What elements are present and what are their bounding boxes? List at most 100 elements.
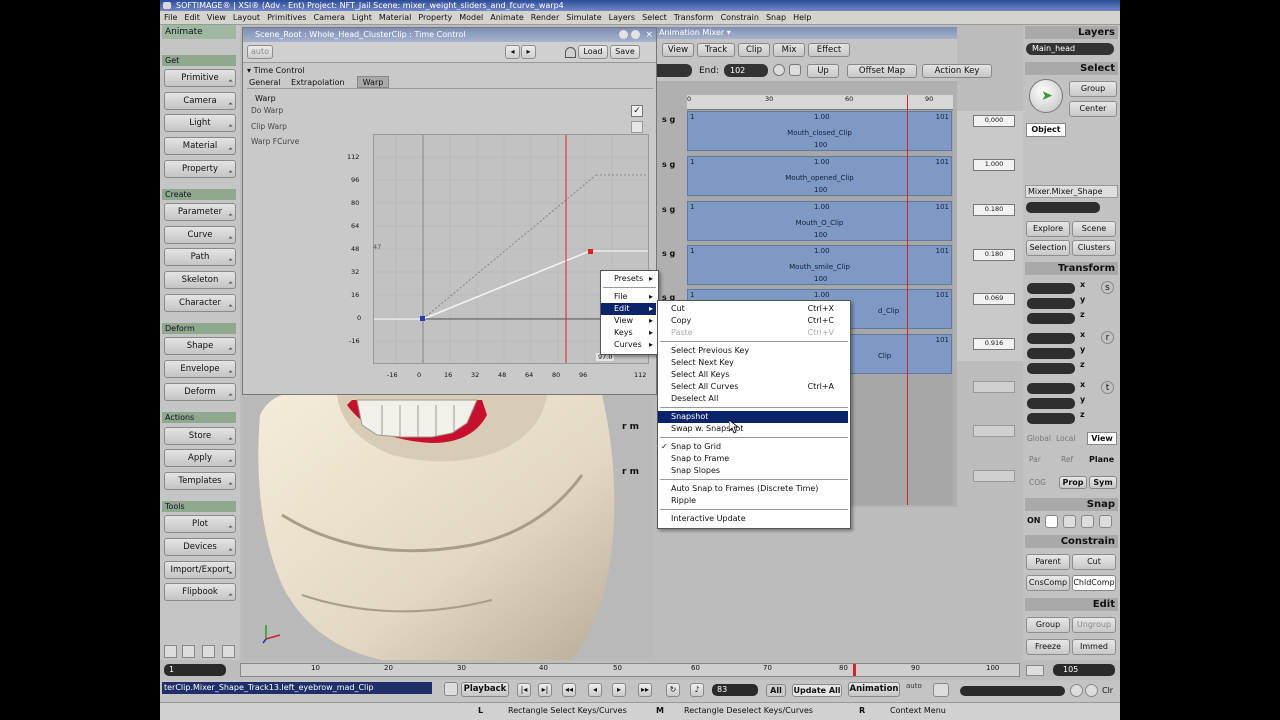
menu-view[interactable]: View: [203, 11, 229, 24]
selection-slider[interactable]: [1026, 202, 1100, 213]
object-select-button[interactable]: Object: [1026, 123, 1066, 137]
weight-field[interactable]: 0.069: [973, 293, 1015, 305]
rotate-y-field[interactable]: [1027, 348, 1075, 359]
do-warp-checkbox[interactable]: ✓: [631, 105, 643, 117]
devices-button[interactable]: Devices: [164, 538, 236, 556]
snap-grid-icon[interactable]: [1081, 515, 1094, 528]
menu-camera[interactable]: Camera: [309, 11, 347, 24]
translate-mode-button[interactable]: t: [1101, 381, 1114, 394]
timeline-end-field[interactable]: 105: [1053, 664, 1115, 676]
menu-layers[interactable]: Layers: [605, 11, 638, 24]
weight-field-empty[interactable]: [973, 470, 1015, 482]
property-button[interactable]: Property: [164, 160, 236, 178]
rotate-x-field[interactable]: [1027, 333, 1075, 344]
cog-button[interactable]: COG: [1029, 478, 1046, 487]
ungroup-button[interactable]: Ungroup: [1072, 617, 1116, 633]
select-all-keys-item[interactable]: Select All Keys: [658, 369, 848, 381]
axis-y-label[interactable]: y: [1080, 345, 1085, 354]
translate-z-field[interactable]: [1027, 413, 1075, 424]
menu-transform[interactable]: Transform: [670, 11, 717, 24]
rewind-icon[interactable]: ◂◂: [562, 683, 576, 697]
axis-z-label[interactable]: z: [1080, 360, 1085, 369]
snap-to-grid-item[interactable]: ✓ Snap to Grid: [658, 441, 848, 453]
track-path-field[interactable]: terClip.Mixer_Shape_Track13.left_eyebrow…: [162, 682, 432, 694]
track-rm-toggle[interactable]: r m: [622, 467, 639, 477]
axis-z-label[interactable]: z: [1080, 410, 1085, 419]
mixer-ruler[interactable]: 0 30 60 90: [687, 95, 953, 110]
select-previous-key-item[interactable]: Select Previous Key: [658, 345, 848, 357]
timeline-playhead[interactable]: [853, 664, 856, 676]
menu-edit[interactable]: Edit: [180, 11, 203, 24]
tab-warp[interactable]: Warp: [357, 76, 389, 88]
auto-toggle[interactable]: auto: [247, 45, 273, 59]
3d-viewport[interactable]: [242, 395, 655, 660]
menu-primitives[interactable]: Primitives: [263, 11, 309, 24]
templates-button[interactable]: Templates: [164, 472, 236, 490]
selection-button[interactable]: Selection: [1026, 240, 1070, 256]
material-button[interactable]: Material: [164, 137, 236, 155]
remove-key-icon[interactable]: [1085, 684, 1098, 697]
group-button[interactable]: Group: [1026, 617, 1070, 633]
menu-curves[interactable]: Curves ▸: [601, 339, 656, 351]
key-up-icon[interactable]: [1070, 684, 1083, 697]
light-button[interactable]: Light: [164, 114, 236, 132]
timeline-ruler[interactable]: 10 20 30 40 50 60 70 80 90 100: [240, 663, 1020, 677]
sym-button[interactable]: Sym: [1089, 476, 1117, 489]
deform-button[interactable]: Deform: [164, 383, 236, 401]
chldcomp-button[interactable]: ChldComp: [1072, 575, 1116, 591]
group-select-button[interactable]: Group: [1069, 81, 1117, 97]
curve-button[interactable]: Curve: [164, 226, 236, 244]
select-next-key-item[interactable]: Select Next Key: [658, 357, 848, 369]
track-sg-toggle[interactable]: s g: [662, 249, 675, 258]
weight-field[interactable]: 0.000: [973, 115, 1015, 127]
mixer-clip[interactable]: 1 1.00 101 Mouth_O_Clip 100: [687, 201, 952, 241]
camera-button[interactable]: Camera: [164, 92, 236, 110]
par-ref-button[interactable]: Par: [1029, 455, 1041, 464]
action-key-button[interactable]: Action Key: [922, 64, 992, 78]
current-frame-line[interactable]: [907, 95, 908, 505]
menu-light[interactable]: Light: [348, 11, 375, 24]
select-tool-button[interactable]: ➤: [1029, 79, 1063, 113]
menu-presets[interactable]: Presets ▸: [601, 273, 656, 285]
prev-arrow-icon[interactable]: ◂: [505, 45, 520, 59]
save-button[interactable]: Save: [610, 45, 640, 59]
loop-icon[interactable]: ↻: [666, 683, 680, 697]
shape-button[interactable]: Shape: [164, 337, 236, 355]
brush-icon[interactable]: [202, 645, 215, 658]
scale-x-field[interactable]: [1027, 283, 1075, 294]
skeleton-button[interactable]: Skeleton: [164, 271, 236, 289]
layer-dropdown[interactable]: Main_head: [1026, 43, 1114, 55]
plot-button[interactable]: Plot: [164, 515, 236, 533]
key-icon[interactable]: [933, 683, 949, 697]
weight-field-empty[interactable]: [973, 425, 1015, 437]
edit-copy-item[interactable]: Copy Ctrl+C: [658, 315, 848, 327]
first-frame-icon[interactable]: |◂: [517, 683, 531, 697]
menu-constrain[interactable]: Constrain: [717, 11, 762, 24]
center-select-button[interactable]: Center: [1069, 101, 1117, 117]
timeline-start-field[interactable]: 1: [164, 664, 226, 676]
axis-y-label[interactable]: y: [1080, 295, 1085, 304]
update-all-button[interactable]: Update All: [792, 684, 842, 697]
menu-render[interactable]: Render: [527, 11, 562, 24]
flipbook-button[interactable]: Flipbook: [164, 583, 236, 601]
store-button[interactable]: Store: [164, 427, 236, 445]
edit-cut-item[interactable]: Cut Ctrl+X: [658, 303, 848, 315]
rotate-z-field[interactable]: [1027, 363, 1075, 374]
mixer-clip[interactable]: 1 1.00 101 Mouth_smile_Clip 100: [687, 245, 952, 285]
weight-field[interactable]: 0.916: [973, 338, 1015, 350]
menu-model[interactable]: Model: [455, 11, 486, 24]
minimize-icon[interactable]: [631, 30, 640, 39]
current-frame-field[interactable]: 83: [712, 684, 758, 696]
menu-file[interactable]: File ▸: [601, 291, 656, 303]
explore-button[interactable]: Explore: [1026, 221, 1070, 237]
translate-y-field[interactable]: [1027, 398, 1075, 409]
menu-edit[interactable]: Edit ▸: [601, 303, 656, 315]
track-sg-toggle[interactable]: s g: [662, 115, 675, 124]
end-field[interactable]: 102: [724, 64, 768, 77]
fast-forward-icon[interactable]: ▸▸: [638, 683, 652, 697]
axis-x-label[interactable]: x: [1080, 280, 1085, 289]
snapshot-item[interactable]: Snapshot: [658, 411, 848, 423]
clusters-button[interactable]: Clusters: [1072, 240, 1116, 256]
play-backward-icon[interactable]: ◂: [588, 683, 602, 697]
menu-simulate[interactable]: Simulate: [562, 11, 604, 24]
